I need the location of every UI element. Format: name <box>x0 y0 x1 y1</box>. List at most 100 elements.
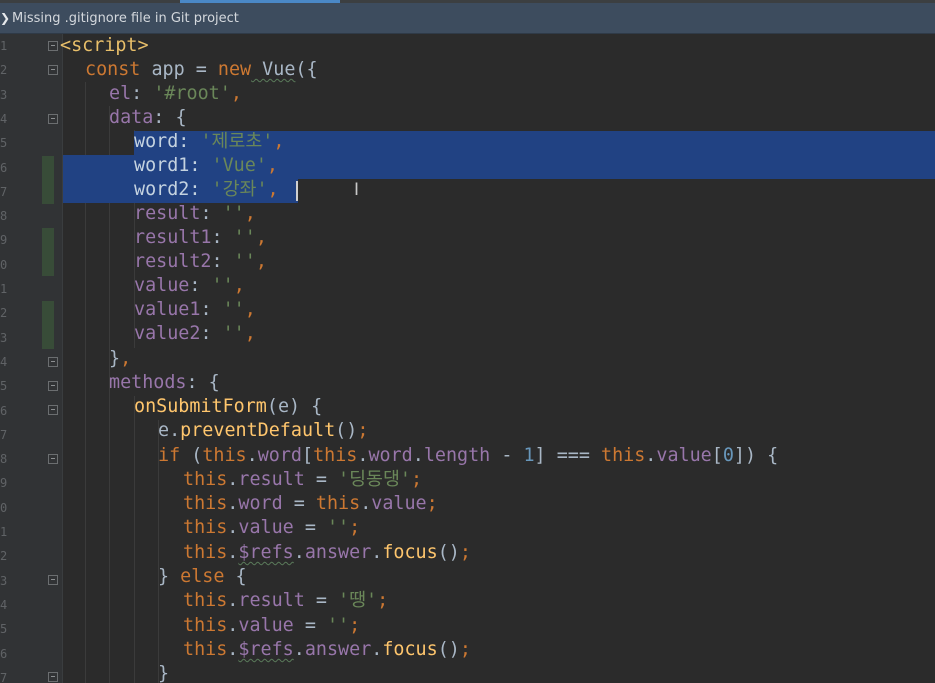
code-line-21[interactable]: this.value = ''; <box>183 516 935 540</box>
line-number[interactable]: 7 <box>0 180 8 204</box>
vcs-change-marker[interactable] <box>42 301 54 349</box>
object-key: result1 <box>134 227 212 248</box>
code-line-18[interactable]: if (this.word[this.word.length - 1] === … <box>158 444 935 468</box>
fold-marker-icon[interactable] <box>48 454 58 464</box>
property: word <box>238 493 283 514</box>
line-number[interactable]: 9 <box>0 471 8 495</box>
line-number[interactable]: 4 <box>0 593 8 617</box>
keyword: this <box>183 590 228 611</box>
line-number[interactable]: 1 <box>0 520 8 544</box>
property: answer <box>304 639 372 660</box>
line-number[interactable]: 2 <box>0 58 8 82</box>
code-area[interactable]: I <script> const app = new Vue({ el: '#r… <box>60 34 935 683</box>
line-number[interactable]: 3 <box>0 569 8 593</box>
code-line-8[interactable]: result: '', <box>134 202 935 226</box>
line-number[interactable]: 1 <box>0 34 8 58</box>
punctuation: . <box>645 445 657 466</box>
code-line-6[interactable]: word1: 'Vue', <box>134 154 935 178</box>
punctuation: () <box>437 639 460 660</box>
line-number[interactable]: 2 <box>0 301 8 325</box>
line-number[interactable]: 9 <box>0 228 8 252</box>
keyword: this <box>183 469 228 490</box>
line-number[interactable]: 0 <box>0 496 8 520</box>
vcs-change-marker[interactable] <box>42 156 54 204</box>
fold-marker-icon[interactable] <box>48 65 58 75</box>
notification-message[interactable]: Missing .gitignore file in Git project <box>12 11 239 26</box>
string-literal: '#root' <box>153 83 231 104</box>
line-number[interactable]: 6 <box>0 642 8 666</box>
fold-marker-icon[interactable] <box>48 357 58 367</box>
punctuation: ; <box>377 590 389 611</box>
code-line-25[interactable]: this.value = ''; <box>183 614 935 638</box>
punctuation: . <box>246 445 258 466</box>
code-line-2[interactable]: const app = new Vue({ <box>85 58 935 82</box>
punctuation: ; <box>357 420 369 441</box>
fold-marker-icon[interactable] <box>48 672 58 682</box>
code-line-23[interactable]: } else { <box>158 565 935 589</box>
object-key: value1 <box>134 299 201 320</box>
fold-marker-icon[interactable] <box>48 114 58 124</box>
code-line-14[interactable]: }, <box>109 347 935 371</box>
fold-marker-icon[interactable] <box>48 41 58 51</box>
string-literal: '땡' <box>338 590 378 611</box>
string-literal: '' <box>222 203 245 224</box>
code-line-27[interactable]: } <box>158 662 935 683</box>
string-literal: '' <box>326 615 350 636</box>
keyword: this <box>183 542 228 563</box>
code-line-3[interactable]: el: '#root', <box>109 82 935 106</box>
code-line-5[interactable]: word: '제로초', <box>134 130 935 154</box>
punctuation: : <box>200 299 223 320</box>
line-number[interactable]: 7 <box>0 666 8 683</box>
code-line-1[interactable]: <script> <box>60 34 932 58</box>
punctuation: , <box>244 323 256 344</box>
punctuation: { <box>224 566 247 587</box>
code-line-12[interactable]: value1: '', <box>134 298 935 322</box>
code-line-20[interactable]: this.word = this.value; <box>183 492 935 516</box>
code-line-13[interactable]: value2: '', <box>134 322 935 346</box>
punctuation: , <box>255 227 267 248</box>
property: value <box>656 445 712 466</box>
line-number[interactable]: 6 <box>0 399 8 423</box>
object-key: value <box>134 275 190 296</box>
code-line-26[interactable]: this.$refs.answer.focus(); <box>183 638 935 662</box>
code-line-7[interactable]: word2: '강좌', <box>134 178 935 202</box>
line-number[interactable]: 0 <box>0 253 8 277</box>
code-line-15[interactable]: methods: { <box>109 371 935 395</box>
code-line-22[interactable]: this.$refs.answer.focus(); <box>183 541 935 565</box>
code-line-17[interactable]: e.preventDefault(); <box>158 419 935 443</box>
line-number[interactable]: 5 <box>0 617 8 641</box>
fold-marker-icon[interactable] <box>48 575 58 585</box>
punctuation: ; <box>459 639 471 660</box>
line-number[interactable]: 6 <box>0 156 8 180</box>
code-line-19[interactable]: this.result = '딩동댕'; <box>183 468 935 492</box>
code-line-16[interactable]: onSubmitForm(e) { <box>134 395 935 419</box>
line-number[interactable]: 8 <box>0 204 8 228</box>
line-number[interactable]: 5 <box>0 131 8 155</box>
line-number[interactable]: 3 <box>0 83 8 107</box>
code-line-4[interactable]: data: { <box>109 106 935 130</box>
code-line-10[interactable]: result2: '', <box>134 250 935 274</box>
line-number[interactable]: 2 <box>0 544 8 568</box>
punctuation: . <box>227 615 239 636</box>
code-line-11[interactable]: value: '', <box>134 274 935 298</box>
punctuation: () <box>437 542 460 563</box>
line-number[interactable]: 3 <box>0 326 8 350</box>
line-number[interactable]: 4 <box>0 350 8 374</box>
punctuation: . <box>371 542 383 563</box>
notification-bar[interactable]: ❯ Missing .gitignore file in Git project <box>0 3 935 34</box>
line-number[interactable]: 8 <box>0 447 8 471</box>
string-literal: '' <box>211 275 234 296</box>
punctuation: . <box>412 445 424 466</box>
number-literal: 0 <box>722 445 734 466</box>
line-number[interactable]: 1 <box>0 277 8 301</box>
fold-marker-icon[interactable] <box>48 405 58 415</box>
punctuation: ( <box>180 445 203 466</box>
vcs-change-marker[interactable] <box>42 228 54 276</box>
code-line-9[interactable]: result1: '', <box>134 226 935 250</box>
line-number[interactable]: 4 <box>0 107 8 131</box>
code-line-24[interactable]: this.result = '땡'; <box>183 589 935 613</box>
chevron-right-icon[interactable]: ❯ <box>0 11 10 25</box>
line-number[interactable]: 5 <box>0 374 8 398</box>
fold-marker-icon[interactable] <box>48 381 58 391</box>
line-number[interactable]: 7 <box>0 423 8 447</box>
